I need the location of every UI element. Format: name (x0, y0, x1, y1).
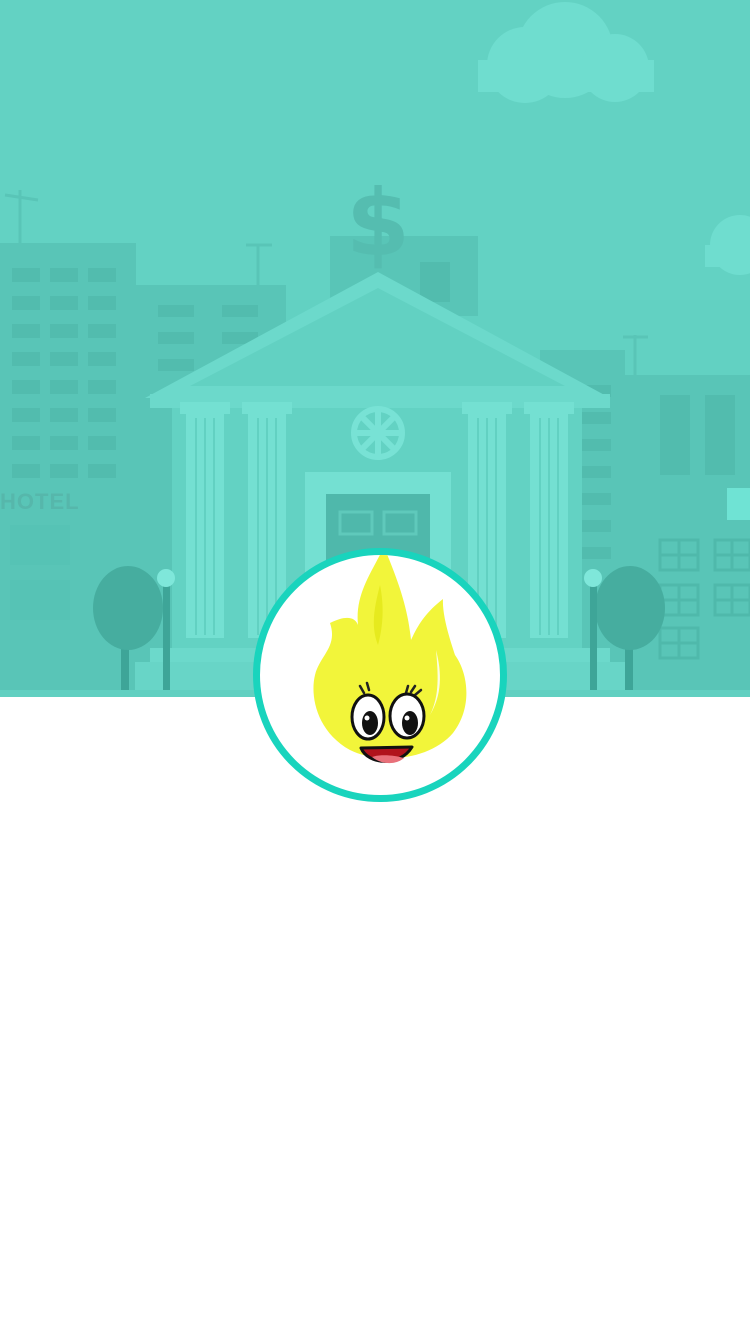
bank-emblem-icon (351, 406, 405, 460)
dollar-sign-icon: $ (346, 170, 410, 277)
flame-mascot-icon (313, 555, 467, 764)
hotel-sign: HOTEL (0, 489, 80, 514)
screen: HOTEL $ (0, 0, 750, 1334)
avatar[interactable] (253, 548, 507, 802)
